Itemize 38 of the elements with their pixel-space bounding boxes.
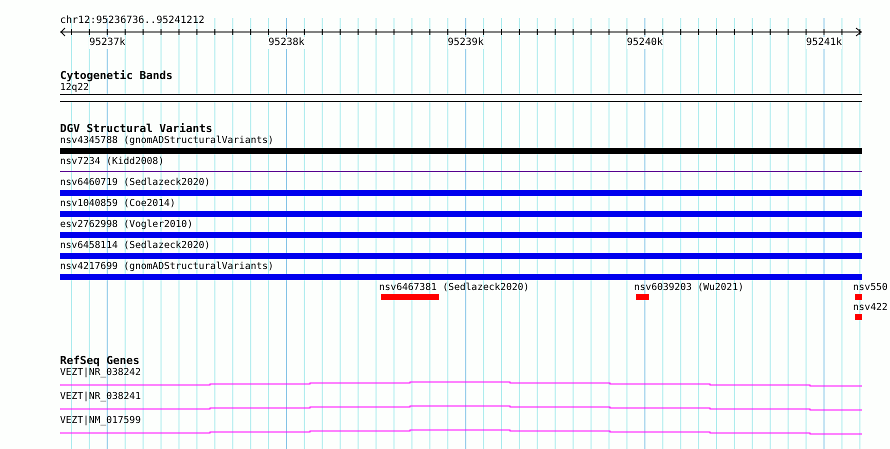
- variant-line[interactable]: [60, 171, 862, 172]
- variant-bar[interactable]: [381, 294, 439, 300]
- variant-bar[interactable]: [60, 190, 862, 196]
- variant-bar[interactable]: [855, 294, 862, 300]
- tick-label: 95239k: [448, 37, 484, 49]
- variant-bar[interactable]: [60, 253, 862, 259]
- gene-line[interactable]: [60, 406, 862, 410]
- variant-label: nsv1040859 (Coe2014): [60, 198, 176, 210]
- locus-label: chr12:95236736..95241212: [60, 15, 204, 27]
- variant-label: nsv6467381 (Sedlazeck2020): [379, 282, 530, 294]
- gene-label: VEZT|NM_017599: [60, 415, 141, 427]
- variant-label: nsv4217699 (gnomADStructuralVariants): [60, 261, 274, 273]
- variant-label: nsv422: [853, 302, 888, 314]
- gene-line[interactable]: [60, 430, 862, 434]
- variant-label: nsv6039203 (Wu2021): [634, 282, 744, 294]
- tick-label: 95238k: [268, 37, 305, 49]
- gene-label: VEZT|NR_038241: [60, 391, 141, 403]
- variant-bar[interactable]: [855, 314, 862, 320]
- tick-label: 95240k: [626, 37, 663, 49]
- variant-label: nsv6460719 (Sedlazeck2020): [60, 177, 210, 189]
- band-label: 12q22: [60, 82, 89, 94]
- variant-bar[interactable]: [60, 232, 862, 238]
- variant-bar[interactable]: [60, 211, 862, 217]
- track-title: Cytogenetic Bands: [60, 70, 173, 82]
- variant-bar[interactable]: [60, 274, 862, 280]
- gene-line[interactable]: [60, 382, 862, 386]
- variant-label: nsv7234 (Kidd2008): [60, 156, 164, 168]
- variant-label: nsv6458114 (Sedlazeck2020): [60, 240, 210, 252]
- variant-label: nsv550: [853, 282, 888, 294]
- variant-bar[interactable]: [60, 148, 862, 154]
- variant-label: esv2762998 (Vogler2010): [60, 219, 193, 231]
- tick-label: 95241k: [806, 37, 842, 49]
- variant-label: nsv4345788 (gnomADStructuralVariants): [60, 135, 274, 147]
- variant-bar[interactable]: [636, 294, 649, 300]
- gene-label: VEZT|NR_038242: [60, 367, 141, 379]
- tick-label: 95237k: [89, 37, 126, 49]
- track-title: DGV Structural Variants: [60, 123, 212, 135]
- track-title: RefSeq Genes: [60, 355, 140, 367]
